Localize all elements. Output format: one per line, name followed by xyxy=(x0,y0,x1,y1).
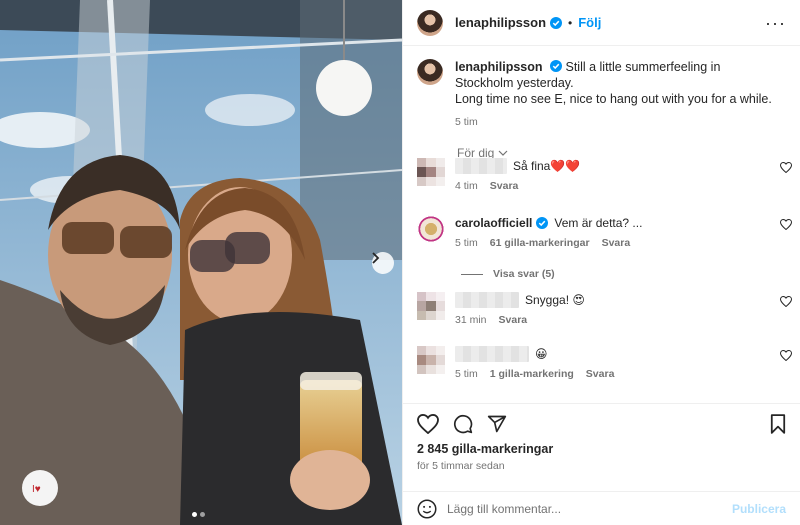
comment-body: Snygga! 😍 31 min Svara xyxy=(455,292,585,326)
avatar[interactable] xyxy=(417,9,443,36)
share-icon[interactable] xyxy=(487,414,507,434)
comment-timestamp: 4 tim xyxy=(455,180,478,192)
comment-body: 😀 5 tim 1 gilla-markering Svara xyxy=(455,346,614,380)
reply-button[interactable]: Svara xyxy=(490,180,519,192)
verified-icon xyxy=(550,60,562,72)
separator-dot: • xyxy=(568,15,573,30)
view-replies-label: Visa svar (5) xyxy=(493,268,555,280)
heart-icon[interactable] xyxy=(780,162,792,173)
avatar[interactable] xyxy=(417,215,445,243)
post-photo[interactable]: I♥ xyxy=(0,0,402,525)
avatar[interactable] xyxy=(417,292,445,320)
carousel-dot xyxy=(192,512,197,517)
follow-button[interactable]: Följ xyxy=(578,15,601,30)
comment-username-blurred[interactable] xyxy=(455,346,529,362)
comment-item: Snygga! 😍 31 min Svara xyxy=(417,292,792,326)
caption-body: lenaphilipsson Still a little summerfeel… xyxy=(455,59,775,130)
reply-button[interactable]: Svara xyxy=(499,314,528,326)
avatar[interactable] xyxy=(417,158,445,186)
comment-like-count[interactable]: 1 gilla-markering xyxy=(490,368,574,380)
comment-text: 😀 xyxy=(535,347,548,361)
chevron-right-icon xyxy=(372,252,380,264)
view-replies-button[interactable]: Visa svar (5) xyxy=(461,268,555,280)
author-username[interactable]: lenaphilipsson xyxy=(455,15,546,30)
post-actions-section: 2 845 gilla-markeringar för 5 timmar sed… xyxy=(403,403,800,525)
more-icon[interactable]: ··· xyxy=(765,14,786,32)
reply-button[interactable]: Svara xyxy=(586,368,615,380)
verified-icon xyxy=(536,217,549,229)
add-comment-bar: Publicera xyxy=(403,491,800,525)
comment-timestamp: 5 tim xyxy=(455,368,478,380)
selfie-image: I♥ xyxy=(0,0,402,525)
comment-timestamp: 31 min xyxy=(455,314,487,326)
heart-icon[interactable] xyxy=(780,219,792,230)
like-count[interactable]: 2 845 gilla-markeringar xyxy=(403,442,800,456)
instagram-post-modal: I♥ lenaphilipsson • Följ ··· lenaphilips… xyxy=(0,0,800,525)
heart-icon[interactable] xyxy=(417,414,439,434)
post-side-panel: lenaphilipsson • Följ ··· lenaphilipsson… xyxy=(402,0,800,525)
comment-input[interactable] xyxy=(447,501,732,516)
comment-text: Vem är detta? ... xyxy=(554,216,643,230)
comment-timestamp: 5 tim xyxy=(455,237,478,249)
caption-text-line2: Long time no see E, nice to hang out wit… xyxy=(455,92,772,106)
avatar[interactable] xyxy=(417,59,443,85)
reply-button[interactable]: Svara xyxy=(602,237,631,249)
publish-button[interactable]: Publicera xyxy=(732,502,786,516)
post-time-ago: för 5 timmar sedan xyxy=(417,460,505,472)
comment-item: 😀 5 tim 1 gilla-markering Svara xyxy=(417,346,792,380)
avatar[interactable] xyxy=(417,346,445,374)
reply-thread-line xyxy=(461,273,483,275)
comment-username-blurred[interactable] xyxy=(455,158,507,174)
chevron-down-icon xyxy=(498,150,508,156)
svg-text:I♥: I♥ xyxy=(32,484,41,495)
post-caption: lenaphilipsson Still a little summerfeel… xyxy=(403,46,800,130)
post-header: lenaphilipsson • Följ ··· xyxy=(403,0,800,46)
heart-icon[interactable] xyxy=(780,296,792,307)
comment-text: Snygga! 😍 xyxy=(525,293,585,307)
comment-item: Så fina❤️❤️ 4 tim Svara xyxy=(417,158,792,192)
comment-item: carolaofficiell Vem är detta? ... 5 tim … xyxy=(417,215,792,249)
comment-body: Så fina❤️❤️ 4 tim Svara xyxy=(455,158,580,192)
next-photo-button[interactable] xyxy=(372,252,394,274)
comment-username-blurred[interactable] xyxy=(455,292,519,308)
caption-username[interactable]: lenaphilipsson xyxy=(455,60,543,74)
carousel-dots xyxy=(192,512,205,517)
comment-username[interactable]: carolaofficiell xyxy=(455,216,532,230)
emoji-icon[interactable] xyxy=(417,499,437,519)
comment-icon[interactable] xyxy=(453,414,473,434)
caption-timestamp: 5 tim xyxy=(455,116,478,128)
verified-icon xyxy=(550,16,563,29)
bookmark-icon[interactable] xyxy=(770,414,786,434)
action-icons xyxy=(403,404,800,434)
comment-like-count[interactable]: 61 gilla-markeringar xyxy=(490,237,590,249)
comment-text: Så fina❤️❤️ xyxy=(513,159,581,173)
comment-body: carolaofficiell Vem är detta? ... 5 tim … xyxy=(455,215,642,249)
heart-icon[interactable] xyxy=(780,350,792,361)
carousel-dot xyxy=(200,512,205,517)
